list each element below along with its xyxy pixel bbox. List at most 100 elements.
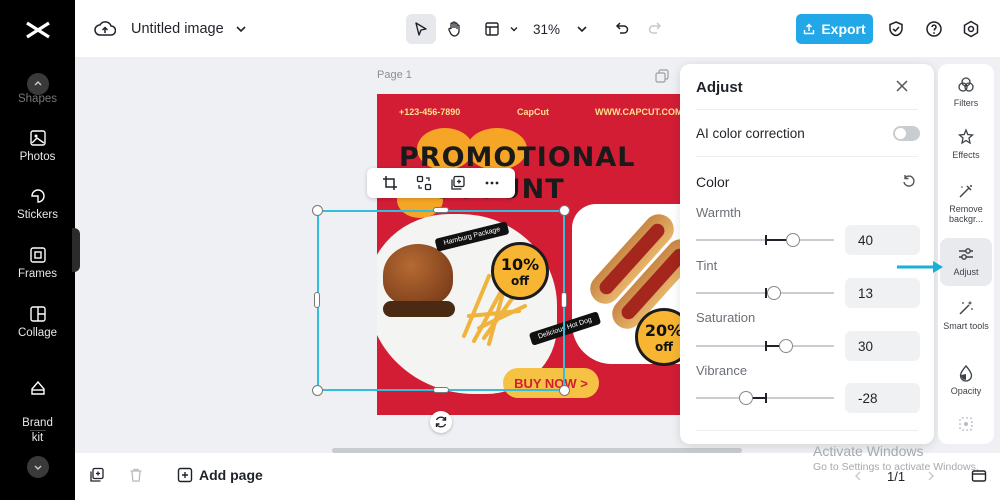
- zoom-chevron-down-icon[interactable]: [570, 17, 594, 41]
- sidebar-item-label: Shapes: [17, 93, 57, 105]
- brand-kit-icon: [30, 380, 45, 395]
- rail-item-filters[interactable]: Filters: [940, 76, 992, 108]
- sidebar-item-photos[interactable]: Photos: [0, 129, 75, 163]
- rail-item-label: Effects: [952, 150, 980, 160]
- help-icon[interactable]: [922, 17, 946, 41]
- poster-brand: CapCut: [517, 107, 549, 117]
- rail-item-opacity[interactable]: Opacity: [940, 364, 992, 396]
- panel-divider: [696, 109, 918, 110]
- layout-button[interactable]: [480, 17, 504, 41]
- scroll-down-button[interactable]: [27, 456, 49, 478]
- right-tool-rail: Filters Effects Remove backgr... Adjust …: [938, 64, 994, 444]
- rail-item-effects[interactable]: Effects: [940, 128, 992, 160]
- collage-icon: [29, 306, 46, 322]
- sidebar-item-label: Stickers: [17, 209, 58, 221]
- rotate-handle[interactable]: [430, 411, 452, 433]
- effects-icon: [957, 128, 975, 145]
- poster-website: WWW.CAPCUT.COM: [595, 107, 683, 117]
- sidebar-item-frames[interactable]: Frames: [0, 246, 75, 280]
- tint-label: Tint: [696, 258, 718, 273]
- resize-handle-bottom[interactable]: [433, 387, 449, 393]
- slider-thumb[interactable]: [779, 339, 793, 353]
- resize-handle-top[interactable]: [433, 207, 449, 213]
- poster-phone: +123-456-7890: [399, 107, 461, 117]
- resize-handle-top-right[interactable]: [559, 205, 570, 216]
- slider-center-mark: [765, 393, 767, 403]
- scroll-up-button[interactable]: [27, 73, 49, 95]
- reset-icon[interactable]: [902, 174, 916, 188]
- sidebar-item-brand-kit[interactable]: Brand kit: [0, 364, 75, 446]
- export-button[interactable]: Export: [796, 14, 873, 44]
- resize-handle-right[interactable]: [561, 292, 567, 308]
- selection-box[interactable]: [317, 210, 565, 391]
- document-title[interactable]: Untitled image: [131, 21, 224, 37]
- rail-item-smart-tools[interactable]: Smart tools: [940, 299, 992, 331]
- shield-icon[interactable]: [884, 17, 908, 41]
- hand-icon: [448, 21, 460, 37]
- duplicate-page-icon[interactable]: [89, 467, 105, 483]
- select-tool-button[interactable]: [406, 14, 436, 44]
- activate-windows-subtitle: Go to Settings to activate Windows.: [813, 461, 979, 473]
- ai-color-correction-toggle[interactable]: [893, 126, 920, 141]
- hand-tool-button[interactable]: [443, 17, 467, 41]
- crop-icon[interactable]: [382, 175, 398, 191]
- arrow-annotation-icon: [897, 261, 943, 273]
- more-options-icon[interactable]: [484, 175, 500, 191]
- warmth-value-input[interactable]: 40: [845, 225, 920, 255]
- add-page-button[interactable]: Add page: [177, 467, 263, 483]
- photo-icon: [29, 130, 46, 146]
- layout-icon: [485, 22, 499, 36]
- saturation-value-input[interactable]: 30: [845, 331, 920, 361]
- vibrance-value-input[interactable]: -28: [845, 383, 920, 413]
- remove-background-icon: [959, 185, 972, 198]
- smart-tools-icon: [959, 300, 973, 315]
- slider-thumb[interactable]: [739, 391, 753, 405]
- undo-icon[interactable]: [610, 17, 634, 41]
- rail-item-remove-background[interactable]: Remove backgr...: [940, 182, 992, 224]
- title-dropdown-chevron-icon[interactable]: [229, 17, 253, 41]
- replace-icon[interactable]: [416, 175, 432, 191]
- gear-icon[interactable]: [959, 17, 983, 41]
- close-icon[interactable]: [894, 78, 910, 94]
- vibrance-slider[interactable]: [696, 391, 834, 405]
- resize-handle-bottom-right[interactable]: [559, 385, 570, 396]
- zoom-level[interactable]: 31%: [533, 22, 560, 37]
- slider-thumb[interactable]: [786, 233, 800, 247]
- rail-item-label: Smart tools: [943, 321, 989, 331]
- sidebar-item-collage[interactable]: Collage: [0, 305, 75, 339]
- export-label: Export: [821, 21, 866, 37]
- resize-handle-top-left[interactable]: [312, 205, 323, 216]
- cloud-upload-icon[interactable]: [93, 17, 117, 41]
- page-label: Page 1: [377, 69, 412, 81]
- adjust-icon: [959, 248, 973, 260]
- tint-slider[interactable]: [696, 286, 834, 300]
- resize-handle-left[interactable]: [314, 292, 320, 308]
- left-sidebar: Shapes Photos Stickers Frames Collage Br…: [0, 0, 75, 500]
- more-tools-icon[interactable]: [958, 416, 974, 432]
- filters-icon: [958, 77, 974, 92]
- warmth-label: Warmth: [696, 205, 742, 220]
- sidebar-collapse-handle[interactable]: [72, 228, 80, 272]
- trash-icon[interactable]: [128, 467, 144, 483]
- frame-icon: [29, 247, 46, 263]
- capcut-logo[interactable]: [22, 14, 54, 46]
- sidebar-item-stickers[interactable]: Stickers: [0, 187, 75, 221]
- duplicate-icon[interactable]: [450, 175, 466, 191]
- rail-item-adjust[interactable]: Adjust: [940, 238, 992, 286]
- layout-chevron-down-icon[interactable]: [502, 17, 526, 41]
- opacity-icon: [959, 365, 973, 382]
- warmth-slider[interactable]: [696, 233, 834, 247]
- pointer-icon: [415, 22, 427, 36]
- redo-icon[interactable]: [643, 17, 667, 41]
- tint-value-input[interactable]: 13: [845, 278, 920, 308]
- duplicate-page-icon[interactable]: [655, 69, 669, 83]
- slider-thumb[interactable]: [767, 286, 781, 300]
- rail-item-label: Remove backgr...: [948, 204, 984, 224]
- vibrance-label: Vibrance: [696, 363, 748, 378]
- sidebar-item-shapes[interactable]: Shapes: [0, 93, 75, 105]
- top-toolbar: Untitled image 31% Export: [75, 0, 1000, 57]
- resize-handle-bottom-left[interactable]: [312, 385, 323, 396]
- add-page-label: Add page: [199, 467, 263, 483]
- saturation-slider[interactable]: [696, 339, 834, 353]
- sidebar-divider: [30, 430, 46, 431]
